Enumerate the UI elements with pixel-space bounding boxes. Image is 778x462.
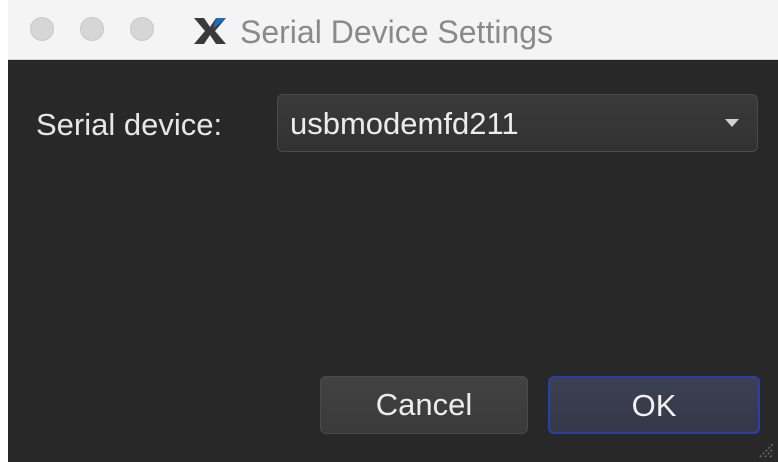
- serial-device-select[interactable]: usbmodemfd211: [277, 94, 758, 152]
- app-x-icon: [194, 18, 226, 44]
- serial-device-value: usbmodemfd211: [290, 106, 519, 141]
- serial-device-label: Serial device:: [36, 107, 223, 142]
- ok-button[interactable]: OK: [548, 376, 760, 434]
- minimize-window-button[interactable]: [80, 17, 104, 41]
- chevron-down-icon: [725, 119, 739, 127]
- zoom-window-button[interactable]: [130, 17, 154, 41]
- resize-grip-icon[interactable]: [756, 440, 774, 458]
- dialog-content: Serial device: usbmodemfd211 Cancel OK: [8, 60, 778, 462]
- title-bar[interactable]: Serial Device Settings: [8, 0, 778, 60]
- close-window-button[interactable]: [30, 17, 54, 41]
- window-title: Serial Device Settings: [240, 14, 554, 50]
- dialog-window: Serial Device Settings Serial device: us…: [8, 0, 778, 462]
- cancel-button[interactable]: Cancel: [320, 376, 528, 434]
